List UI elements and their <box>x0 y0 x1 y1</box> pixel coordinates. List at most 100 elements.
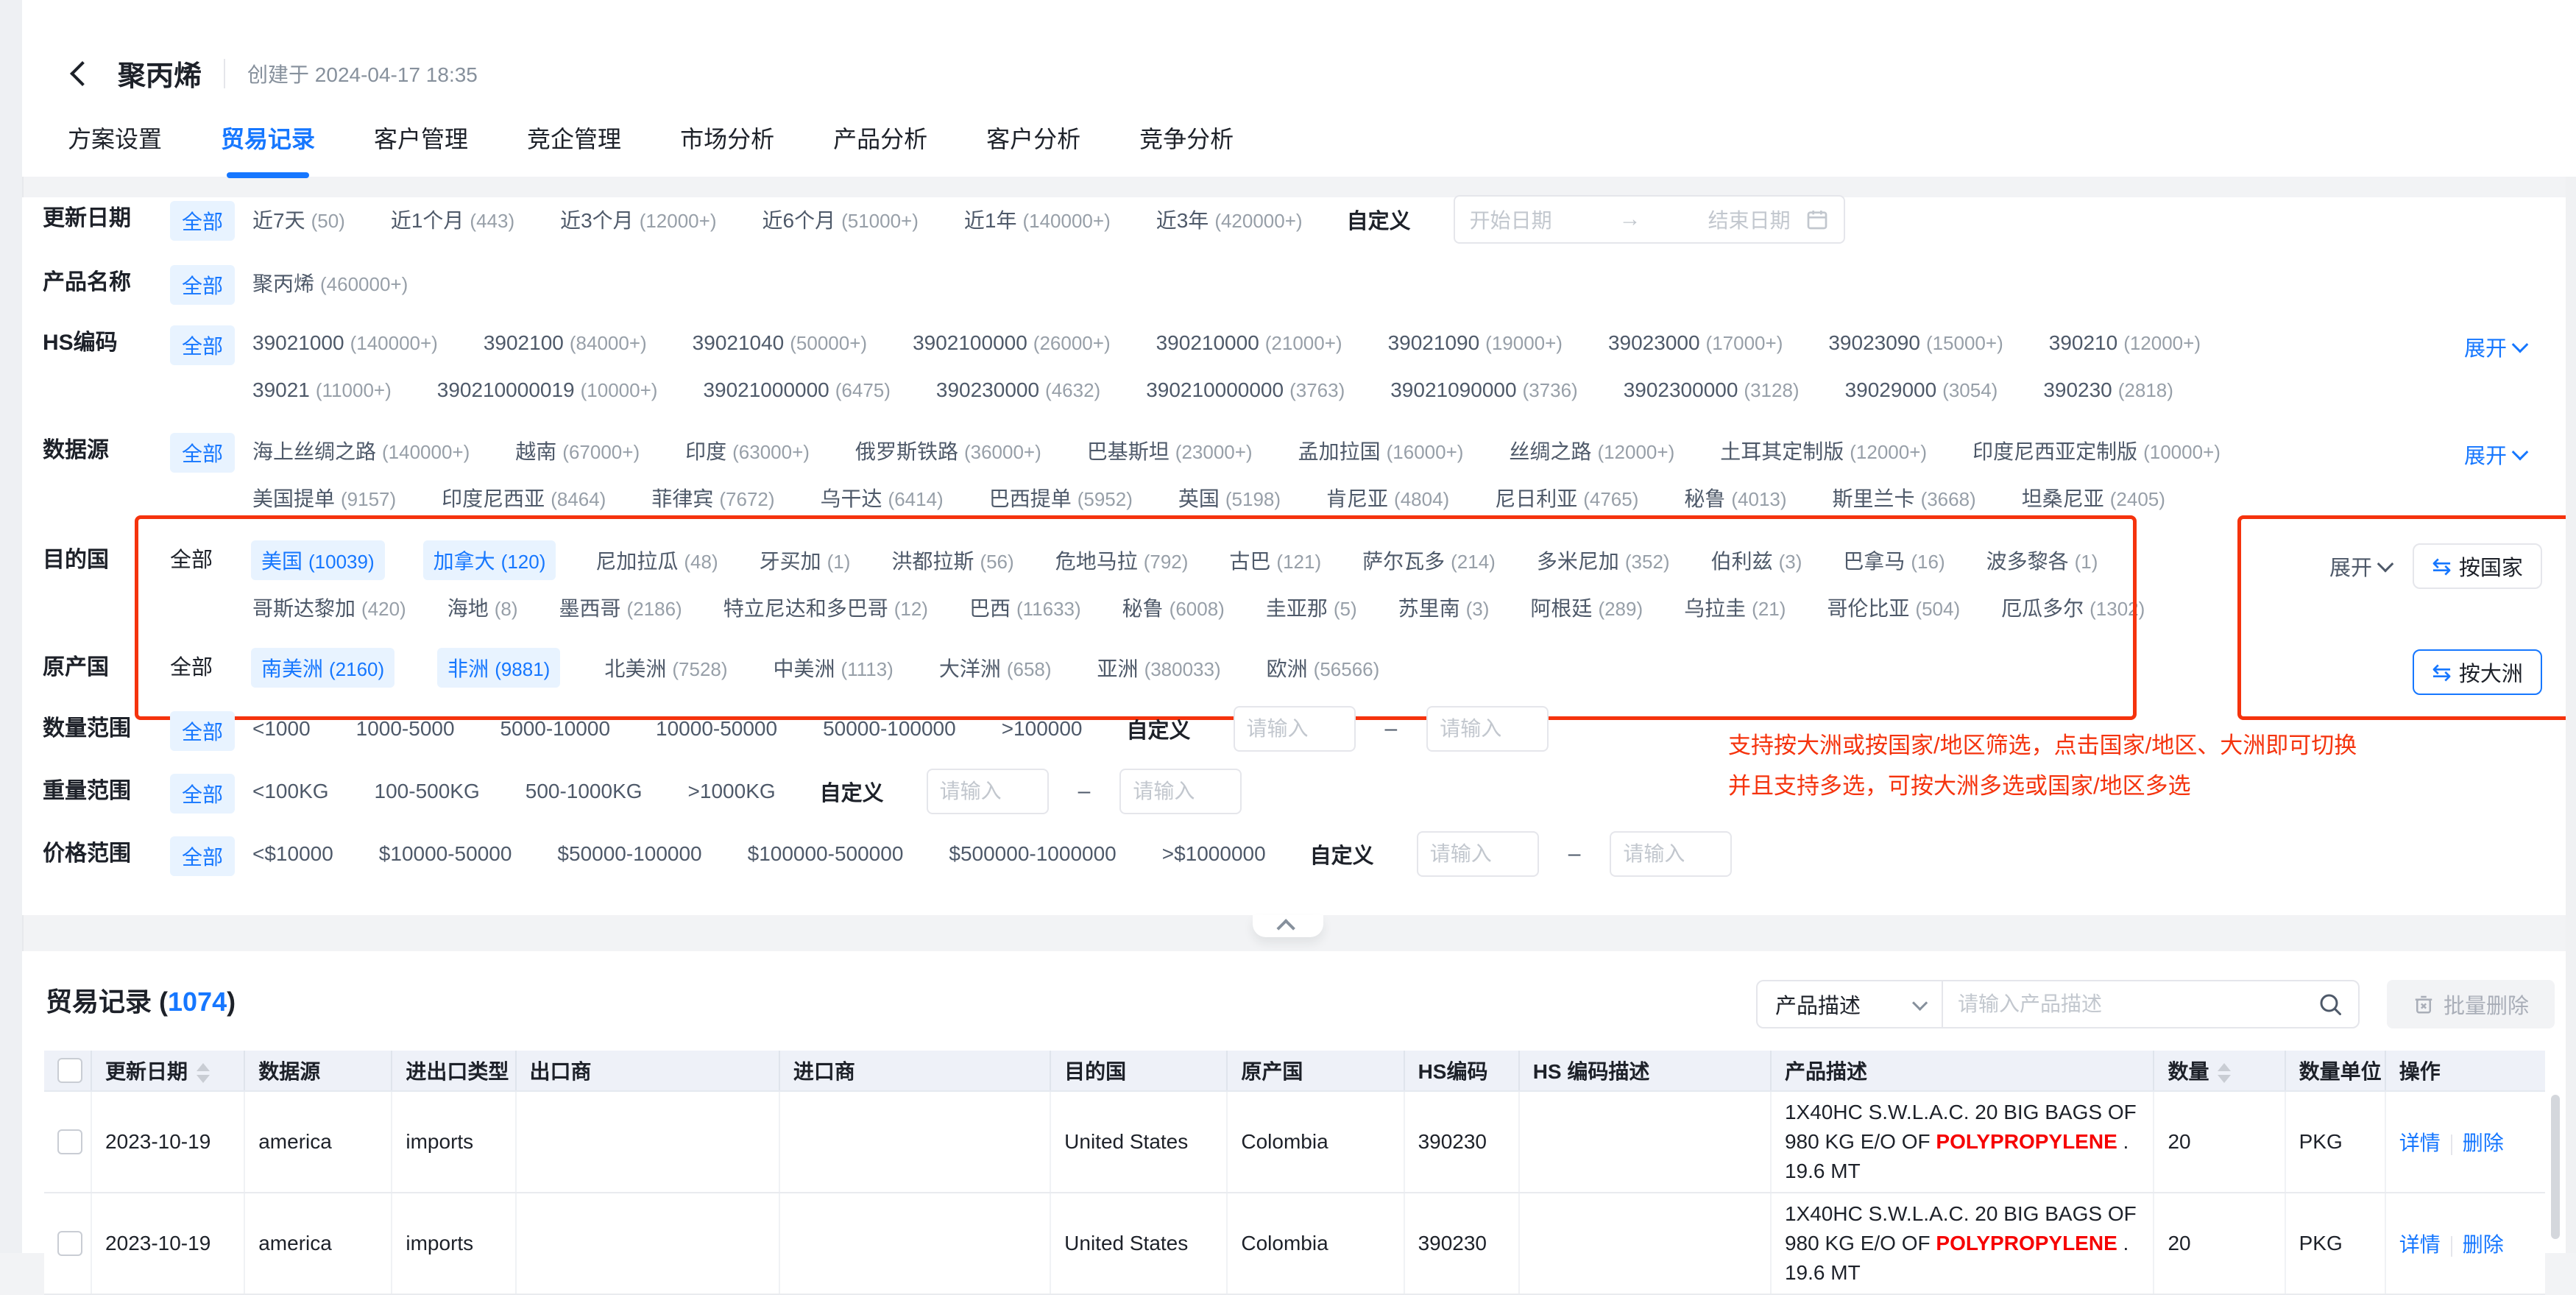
filter-option[interactable]: 越南(67000+) <box>514 431 641 470</box>
filter-option[interactable]: 古巴(121) <box>1228 540 1323 580</box>
filter-option[interactable]: 英国(5198) <box>1177 478 1282 518</box>
quantity-min-input[interactable] <box>1234 706 1356 752</box>
filter-option[interactable]: 亚洲(380033) <box>1096 648 1222 688</box>
custom-range-button[interactable]: 自定义 <box>1310 839 1374 869</box>
filter-all-option[interactable]: 全部 <box>170 644 213 691</box>
price-min-input[interactable] <box>1417 831 1539 877</box>
nav-tab[interactable]: 竞争分析 <box>1139 116 1234 159</box>
search-input[interactable] <box>1943 992 2317 1016</box>
filter-option[interactable]: 阿根廷(289) <box>1529 587 1644 627</box>
filter-all-chip[interactable]: 全部 <box>170 265 235 305</box>
filter-option[interactable]: $100000-500000 <box>746 837 905 871</box>
filter-option[interactable]: 苏里南(3) <box>1397 587 1491 627</box>
weight-min-input[interactable] <box>927 769 1049 814</box>
filter-option[interactable]: 39021000000(6475) <box>701 373 891 407</box>
sort-icon[interactable] <box>2218 1063 2231 1083</box>
filter-all-chip[interactable]: 全部 <box>170 774 235 814</box>
filter-option[interactable]: 厄瓜多尔(1302) <box>2000 587 2146 627</box>
filter-all-chip[interactable]: 全部 <box>170 325 235 365</box>
detail-link[interactable]: 详情 <box>2399 1233 2441 1256</box>
filter-option[interactable]: >$1000000 <box>1161 837 1267 871</box>
filter-option[interactable]: 5000-10000 <box>499 712 612 746</box>
filter-option[interactable]: 乌拉圭(21) <box>1682 587 1787 627</box>
price-max-input[interactable] <box>1610 831 1732 877</box>
nav-tab[interactable]: 贸易记录 <box>221 116 315 159</box>
nav-tab[interactable]: 方案设置 <box>68 116 162 159</box>
filter-option[interactable]: 美国提单(9157) <box>251 478 397 518</box>
filter-all-chip[interactable]: 全部 <box>170 433 235 473</box>
filter-option[interactable]: 孟加拉国(16000+) <box>1297 431 1465 470</box>
filter-option[interactable]: 390210(12000+) <box>2048 326 2202 360</box>
row-checkbox[interactable] <box>57 1231 82 1256</box>
filter-option[interactable]: 1000-5000 <box>355 712 456 746</box>
filter-option[interactable]: 伯利兹(3) <box>1710 540 1804 580</box>
date-range-input[interactable]: 开始日期 → 结束日期 <box>1454 195 1845 244</box>
filter-option[interactable]: 海地(8) <box>446 587 520 627</box>
filter-all-chip[interactable]: 全部 <box>170 711 235 751</box>
sort-icon[interactable] <box>197 1063 210 1083</box>
filter-option[interactable]: 印度尼西亚定制版(10000+) <box>1971 431 2222 470</box>
filter-option[interactable]: $10000-50000 <box>378 837 514 871</box>
filter-option[interactable]: 近1个月(443) <box>389 200 516 239</box>
custom-range-button[interactable]: 自定义 <box>1347 204 1411 235</box>
filter-option[interactable]: 巴拿马(16) <box>1841 540 1946 580</box>
nav-tab[interactable]: 产品分析 <box>833 116 927 159</box>
filter-option[interactable]: 丝绸之路(12000+) <box>1507 431 1676 470</box>
delete-link[interactable]: 删除 <box>2463 1233 2504 1256</box>
filter-option[interactable]: 39021090000(3736) <box>1389 373 1579 407</box>
filter-option[interactable]: 巴基斯坦(23000+) <box>1086 431 1254 470</box>
filter-option[interactable]: 美国(10039) <box>251 540 385 580</box>
filter-option[interactable]: 大洋洲(658) <box>938 648 1053 688</box>
filter-option[interactable]: 哥伦比亚(504) <box>1825 587 1961 627</box>
filter-option[interactable]: 39021000(140000+) <box>251 326 439 360</box>
collapse-filter-button[interactable] <box>1253 915 1323 937</box>
filter-option[interactable]: 39023090(15000+) <box>1827 326 2004 360</box>
destination-expand-link[interactable]: 展开 <box>2329 551 2391 582</box>
filter-option[interactable]: 尼日利亚(4765) <box>1493 478 1640 518</box>
filter-option[interactable]: 秘鲁(4013) <box>1682 478 1788 518</box>
filter-option[interactable]: 巴西提单(5952) <box>988 478 1134 518</box>
filter-option[interactable]: 秘鲁(6008) <box>1121 587 1226 627</box>
custom-range-button[interactable]: 自定义 <box>820 776 884 807</box>
filter-option[interactable]: 欧洲(56566) <box>1265 648 1381 688</box>
filter-option[interactable]: $50000-100000 <box>556 837 703 871</box>
detail-link[interactable]: 详情 <box>2399 1132 2441 1154</box>
switch-by-country-button[interactable]: ⇆ 按国家 <box>2413 543 2542 589</box>
filter-option[interactable]: 萨尔瓦多(214) <box>1361 540 1497 580</box>
filter-option[interactable]: 390230000(4632) <box>935 373 1102 407</box>
filter-option[interactable]: 墨西哥(2186) <box>558 587 684 627</box>
filter-option[interactable]: 斯里兰卡(3668) <box>1831 478 1978 518</box>
filter-option[interactable]: 非洲(9881) <box>437 648 560 688</box>
filter-option[interactable]: 近1年(140000+) <box>963 200 1112 239</box>
filter-option[interactable]: 50000-100000 <box>821 712 958 746</box>
filter-all-chip[interactable]: 全部 <box>170 201 235 241</box>
filter-option[interactable]: 聚丙烯(460000+) <box>251 263 409 303</box>
weight-max-input[interactable] <box>1119 769 1242 814</box>
filter-option[interactable]: 39021(11000+) <box>251 373 393 407</box>
filter-option[interactable]: 39023000(17000+) <box>1607 326 1784 360</box>
nav-tab[interactable]: 客户分析 <box>986 116 1080 159</box>
filter-option[interactable]: 北美洲(7528) <box>603 648 729 688</box>
filter-option[interactable]: 近7天(50) <box>251 200 347 239</box>
filter-option[interactable]: 加拿大(120) <box>423 540 556 580</box>
filter-option[interactable]: 菲律宾(7672) <box>650 478 776 518</box>
filter-option[interactable]: 乌干达(6414) <box>819 478 945 518</box>
filter-option[interactable]: 尼加拉瓜(48) <box>594 540 719 580</box>
filter-option[interactable]: 俄罗斯铁路(36000+) <box>854 431 1043 470</box>
filter-option[interactable]: 390210000019(10000+) <box>436 373 659 407</box>
filter-option[interactable]: 近6个月(51000+) <box>761 200 920 239</box>
filter-option[interactable]: 肯尼亚(4804) <box>1325 478 1451 518</box>
back-icon[interactable] <box>70 61 95 86</box>
filter-option[interactable]: 坦桑尼亚(2405) <box>2020 478 2167 518</box>
table-scrollbar-thumb[interactable] <box>2551 1095 2560 1239</box>
filter-option[interactable]: 南美洲(2160) <box>251 648 394 688</box>
search-field-select[interactable]: 产品描述 <box>1758 981 1943 1027</box>
filter-option[interactable]: <1000 <box>251 712 312 746</box>
filter-option[interactable]: 洪都拉斯(56) <box>890 540 1015 580</box>
filter-option[interactable]: 多米尼加(352) <box>1535 540 1671 580</box>
row-checkbox[interactable] <box>57 1129 82 1154</box>
filter-option[interactable]: 危地马拉(792) <box>1054 540 1190 580</box>
filter-option[interactable]: 圭亚那(5) <box>1264 587 1359 627</box>
select-all-checkbox[interactable] <box>57 1058 82 1083</box>
filter-option[interactable]: 巴西(11633) <box>968 587 1083 627</box>
